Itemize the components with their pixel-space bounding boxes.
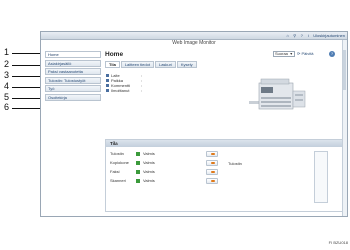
tab-status[interactable]: Tila: [105, 61, 120, 68]
detail-button[interactable]: [206, 151, 218, 157]
callout-5: 5: [4, 92, 10, 102]
scrollbar-thumb[interactable]: [343, 50, 346, 90]
figure-id: FI BZU018: [328, 240, 348, 245]
toner-level-box: [314, 151, 328, 203]
sidebar: Home Asiakirjasäilö Paksi vastaanotetta …: [45, 51, 101, 103]
toner-label: Tulostin: [228, 161, 242, 166]
table-row: Faksi Valmis: [110, 169, 220, 175]
bullet-icon: [106, 84, 109, 87]
mode-select-value: Suoraa: [275, 51, 288, 56]
refresh-button[interactable]: ⟳ Päivitä: [297, 51, 325, 57]
printer-image: [249, 78, 306, 110]
app-title: Web Image Monitor: [172, 40, 216, 46]
callout-1: 1: [4, 47, 10, 57]
ready-indicator-icon: [136, 170, 140, 174]
main-content: Home Suoraa ▼ ⟳ Päivitä ? Tila Laitteen …: [105, 49, 345, 215]
sidebar-item-printer-jobs[interactable]: Tulostin: Tulostustyöt: [45, 76, 101, 84]
browser-window: ⌂ ⚲ ? i Uloskirjautuminen Web Image Moni…: [40, 31, 348, 217]
table-row: Skanneri Valmis: [110, 178, 220, 184]
logout-link[interactable]: Uloskirjautuminen: [313, 33, 345, 38]
top-toolbar: ⌂ ⚲ ? i Uloskirjautuminen: [41, 32, 347, 40]
device-status-list: Laite : Paikka : Kommentti : Ilmoittanut…: [106, 73, 142, 93]
tab-bar: Tila Laitteen tiedot Laskuri Kysely: [105, 61, 197, 68]
callout-3: 3: [4, 70, 10, 80]
bullet-icon: [106, 89, 109, 92]
help-button[interactable]: ?: [329, 51, 335, 57]
sidebar-item-address-book[interactable]: Osoitekirja: [45, 93, 101, 101]
status-panel: Tila Tulostin Valmis Kopiokone Valmis Fa…: [105, 139, 343, 212]
detail-button[interactable]: [206, 178, 218, 184]
info-icon[interactable]: i: [306, 33, 311, 38]
refresh-icon: ⟳: [297, 51, 301, 56]
ready-indicator-icon: [136, 152, 140, 156]
ready-indicator-icon: [136, 161, 140, 165]
vertical-scrollbar[interactable]: [342, 40, 347, 216]
callout-4: 4: [4, 81, 10, 91]
search-icon[interactable]: ⚲: [292, 33, 297, 38]
callout-6: 6: [4, 102, 10, 112]
sidebar-item-document-server[interactable]: Asiakirjasäilö: [45, 59, 101, 67]
bullet-icon: [106, 79, 109, 82]
sidebar-item-fax-received[interactable]: Paksi vastaanotetta: [45, 68, 101, 76]
callout-2: 2: [4, 59, 10, 69]
detail-button[interactable]: [206, 160, 218, 166]
tab-counter[interactable]: Laskuri: [154, 61, 176, 68]
refresh-label: Päivitä: [301, 51, 314, 56]
tab-inquiry[interactable]: Kysely: [176, 61, 197, 68]
page-title: Home: [105, 51, 124, 58]
table-row: Kopiokone Valmis: [110, 160, 220, 166]
ready-indicator-icon: [136, 179, 140, 183]
chevron-down-icon: ▼: [289, 52, 293, 56]
status-panel-header: Tila: [106, 140, 342, 147]
detail-button[interactable]: [206, 169, 218, 175]
help-icon[interactable]: ?: [299, 33, 304, 38]
sidebar-item-home[interactable]: Home: [45, 51, 101, 58]
sidebar-item-job[interactable]: Työ: [45, 85, 101, 93]
list-item: Ilmoittanut :: [106, 88, 142, 93]
bullet-icon: [106, 74, 109, 77]
home-icon[interactable]: ⌂: [285, 33, 290, 38]
tab-device-info[interactable]: Laitteen tiedot: [120, 61, 154, 68]
table-row: Tulostin Valmis: [110, 151, 220, 157]
mode-select[interactable]: Suoraa ▼: [273, 51, 295, 57]
